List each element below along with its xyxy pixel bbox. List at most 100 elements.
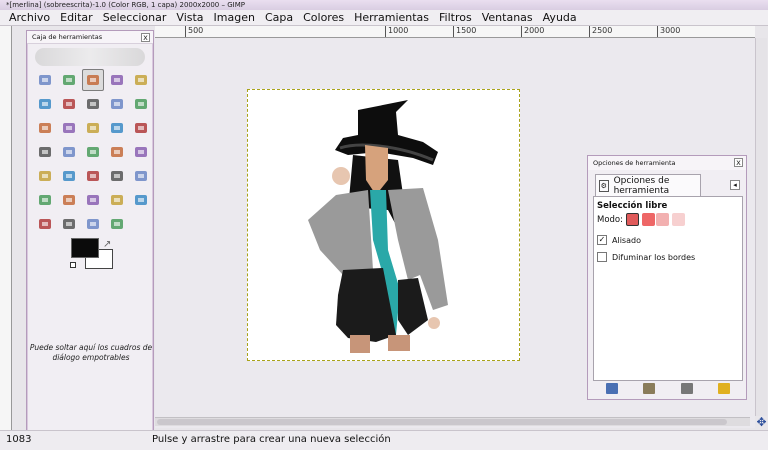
toolbox-title: Caja de herramientas [32,33,103,41]
rect-select-icon[interactable] [34,69,56,91]
heal-icon[interactable] [130,189,152,211]
tab-menu-icon[interactable]: ◂ [730,180,740,190]
toolbox-header: Caja de herramientas x [27,31,153,44]
ruler-label: 500 [185,26,203,37]
tool-options-header: Opciones de herramienta x [588,156,746,170]
align-icon[interactable] [82,117,104,139]
tool-options-footer [593,378,743,398]
menu-capa[interactable]: Capa [260,11,298,24]
airbrush-icon[interactable] [58,189,80,211]
brush-preview[interactable] [35,48,145,66]
dock-hint: Puede soltar aquí los cuadros de diálogo… [29,343,153,362]
menu-archivo[interactable]: Archivo [4,11,55,24]
ruler-label: 2000 [521,26,544,37]
by-color-select-icon[interactable] [130,69,152,91]
feather-checkbox[interactable] [597,252,607,262]
zoom-icon[interactable] [130,93,152,115]
scissors-select-icon[interactable] [34,93,56,115]
vertical-ruler[interactable] [0,26,12,430]
antialias-checkbox[interactable]: ✓ [597,235,607,245]
move-icon[interactable] [58,117,80,139]
tool-options-title: Opciones de herramienta [593,159,676,167]
horizontal-ruler[interactable]: 500 1000 1500 2000 2500 3000 [155,26,755,38]
tool-name: Selección libre [597,201,668,211]
perspective-clone-icon[interactable] [34,213,56,235]
foreground-select-icon[interactable] [58,93,80,115]
reset-options-icon[interactable] [718,382,731,394]
paths-icon[interactable] [82,93,104,115]
horizontal-scroll-thumb[interactable] [157,419,727,425]
tab-tool-options[interactable]: ⚙ Opciones de herramienta [595,174,701,196]
navigate-icon[interactable]: ✥ [755,416,768,429]
image-canvas[interactable] [247,89,520,361]
blur-sharpen-icon[interactable] [58,213,80,235]
rotate-icon[interactable] [130,117,152,139]
menu-ayuda[interactable]: Ayuda [538,11,582,24]
cage-transform-icon[interactable] [130,141,152,163]
perspective-icon[interactable] [82,141,104,163]
status-bar: 1083 Pulse y arrastre para crear una nue… [0,430,768,450]
tab-label: Opciones de herramienta [613,175,670,196]
text-icon[interactable] [34,165,56,187]
eraser-icon[interactable] [34,189,56,211]
dodge-burn-icon[interactable] [106,213,128,235]
pointer-coordinates: 1083 [6,434,32,445]
ruler-label: 2500 [589,26,612,37]
smudge-icon[interactable] [82,213,104,235]
crop-icon[interactable] [106,117,128,139]
close-icon[interactable]: x [734,158,743,167]
pencil-icon[interactable] [106,165,128,187]
menu-vista[interactable]: Vista [171,11,208,24]
paintbrush-icon[interactable] [130,165,152,187]
ruler-label: 1000 [385,26,408,37]
mode-label: Modo: [597,215,623,225]
menu-herramientas[interactable]: Herramientas [349,11,434,24]
menubar: Archivo Editar Seleccionar Vista Imagen … [0,10,768,26]
mode-replace-button[interactable] [626,213,639,226]
antialias-row[interactable]: ✓ Alisado [597,235,641,245]
vertical-scrollbar[interactable] [755,38,767,416]
ellipse-select-icon[interactable] [58,69,80,91]
horizontal-scrollbar[interactable] [155,417,750,426]
feather-label: Difuminar los bordes [612,252,696,262]
status-message: Pulse y arrastre para crear una nueva se… [152,434,391,445]
menu-editar[interactable]: Editar [55,11,98,24]
menu-seleccionar[interactable]: Seleccionar [98,11,172,24]
color-picker-icon[interactable] [106,93,128,115]
witch-illustration [308,100,448,353]
mode-intersect-button[interactable] [672,213,685,226]
clone-icon[interactable] [106,189,128,211]
menu-ventanas[interactable]: Ventanas [477,11,538,24]
measure-icon[interactable] [34,117,56,139]
ruler-label: 1500 [453,26,476,37]
foreground-color-swatch[interactable] [71,238,99,258]
blend-icon[interactable] [82,165,104,187]
feather-row[interactable]: Difuminar los bordes [597,252,695,262]
tool-options-tab-icon: ⚙ [599,179,609,192]
menu-filtros[interactable]: Filtros [434,11,477,24]
ink-icon[interactable] [82,189,104,211]
bucket-fill-icon[interactable] [58,165,80,187]
close-icon[interactable]: x [141,33,150,42]
toolbox-window: Caja de herramientas x ↗ Puede soltar aq… [26,30,154,448]
shear-icon[interactable] [58,141,80,163]
fuzzy-select-icon[interactable] [106,69,128,91]
window-title: *[merlina] (sobreescrita)-1.0 (Color RGB… [0,0,768,10]
flip-icon[interactable] [106,141,128,163]
scale-icon[interactable] [34,141,56,163]
restore-options-icon[interactable] [643,382,656,394]
ruler-label: 3000 [657,26,680,37]
reset-colors-icon[interactable] [70,262,76,268]
save-options-icon[interactable] [605,382,618,394]
mode-subtract-button[interactable] [656,213,669,226]
mode-add-button[interactable] [642,213,655,226]
menu-imagen[interactable]: Imagen [209,11,260,24]
menu-colores[interactable]: Colores [298,11,349,24]
free-select-icon[interactable] [82,69,104,91]
swap-colors-icon[interactable]: ↗ [103,239,111,250]
antialias-label: Alisado [612,235,641,245]
tool-options-panel: Selección libre Modo: ✓ Alisado Difumina… [593,196,743,381]
tool-grid [34,69,152,235]
tool-options-window: Opciones de herramienta x ⚙ Opciones de … [587,155,747,400]
delete-options-icon[interactable] [680,382,693,394]
